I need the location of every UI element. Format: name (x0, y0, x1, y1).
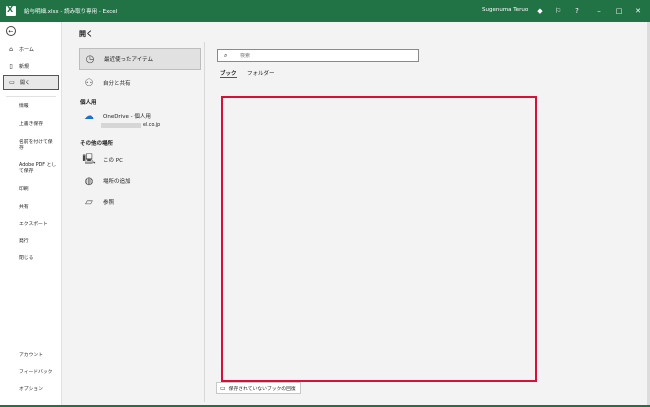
nav-home[interactable]: ⌂ ホーム (3, 42, 59, 57)
nav-close[interactable]: 閉じる (19, 256, 33, 262)
location-this-pc[interactable]: 🖳 この PC (79, 149, 201, 171)
nav-open-label: 開く (20, 80, 31, 86)
nav-export[interactable]: エクスポート (19, 222, 48, 228)
nav-open[interactable]: ▭ 開く (3, 75, 59, 90)
search-input[interactable] (240, 52, 410, 59)
location-shared[interactable]: ⚇ 自分と共有 (79, 72, 201, 94)
pane-divider (204, 42, 205, 402)
location-shared-label: 自分と共有 (103, 81, 131, 87)
tab-books[interactable]: ブック (220, 69, 237, 78)
redacted-text (101, 123, 141, 128)
help-icon[interactable]: ? (570, 4, 584, 18)
nav-publish[interactable]: 発行 (19, 239, 29, 245)
location-add-place-label: 場所の追加 (103, 179, 131, 185)
highlighted-file-list-area (221, 96, 537, 382)
nav-divider (6, 96, 56, 97)
nav-share[interactable]: 共有 (19, 205, 29, 211)
window-title: 給与明細.xlsx - 読み取り専用 - Excel (24, 9, 118, 15)
section-personal: 個人用 (80, 100, 97, 106)
nav-save-as-line2[interactable]: 存 (19, 146, 24, 152)
folder-icon: ▱ (85, 196, 93, 208)
section-other-places: その他の場所 (80, 141, 114, 147)
backstage-nav: ← ⌂ ホーム ▯ 新規 ▭ 開く 情報 上書き保存 名前を付けて保 存 Ado… (0, 22, 62, 407)
open-pane: 開く ◷ 最近使ったアイテム ⚇ 自分と共有 個人用 ☁ OneDrive - … (63, 22, 650, 407)
nav-account[interactable]: アカウント (19, 353, 43, 359)
location-this-pc-label: この PC (103, 158, 123, 164)
nav-feedback[interactable]: フィードバック (19, 370, 52, 376)
title-bar: 給与明細.xlsx - 読み取り専用 - Excel Sugenuma Teru… (0, 0, 650, 22)
user-name[interactable]: Sugenuma Teruo (482, 7, 528, 13)
close-icon[interactable]: ✕ (631, 4, 645, 18)
location-recent-label: 最近使ったアイテム (104, 57, 153, 63)
shared-people-icon: ⚇ (84, 77, 94, 89)
onedrive-account-domain: el.co.jp (143, 123, 161, 128)
nav-save[interactable]: 上書き保存 (19, 122, 43, 128)
home-icon: ⌂ (9, 46, 13, 53)
diamond-icon[interactable]: ◆ (533, 4, 547, 18)
onedrive-cloud-icon: ☁ (84, 110, 94, 122)
nav-new-label: 新規 (19, 64, 30, 70)
nav-new[interactable]: ▯ 新規 (3, 59, 59, 74)
nav-save-as[interactable]: 名前を付けて保 (19, 140, 53, 146)
search-icon: ⌕ (224, 51, 228, 59)
clock-icon: ◷ (85, 53, 95, 65)
nav-print[interactable]: 印刷 (19, 187, 29, 193)
location-recent[interactable]: ◷ 最近使ったアイテム (79, 48, 201, 70)
tab-folders[interactable]: フォルダー (247, 69, 275, 78)
back-arrow-icon[interactable]: ← (6, 26, 16, 36)
nav-save-pdf-line2[interactable]: て保存 (19, 169, 33, 175)
page-title: 開く (79, 30, 93, 38)
folder-open-icon: ▭ (220, 384, 226, 392)
globe-icon: ◍ (84, 175, 94, 187)
maximize-icon[interactable]: □ (612, 4, 626, 18)
nav-home-label: ホーム (19, 47, 34, 53)
search-box[interactable]: ⌕ (217, 49, 419, 62)
location-onedrive-label: OneDrive - 個人用 (103, 114, 151, 120)
nav-options[interactable]: オプション (19, 387, 43, 393)
location-onedrive[interactable]: ☁ OneDrive - 個人用 (79, 108, 201, 124)
new-document-icon: ▯ (9, 63, 13, 70)
computer-icon: 🖳 (82, 153, 96, 165)
location-add-place[interactable]: ◍ 場所の追加 (79, 170, 201, 192)
minimize-icon[interactable]: – (592, 4, 606, 18)
folder-open-icon: ▭ (9, 79, 15, 86)
location-browse[interactable]: ▱ 参照 (79, 191, 201, 213)
feedback-icon[interactable]: ⚐ (551, 4, 565, 18)
excel-app-icon (6, 5, 16, 16)
onedrive-account: el.co.jp (101, 123, 160, 128)
nav-info[interactable]: 情報 (19, 104, 29, 110)
recover-unsaved-label: 保存されていないブックの回復 (228, 386, 296, 392)
recover-unsaved-button[interactable]: ▭ 保存されていないブックの回復 (216, 382, 301, 394)
location-browse-label: 参照 (103, 200, 115, 206)
